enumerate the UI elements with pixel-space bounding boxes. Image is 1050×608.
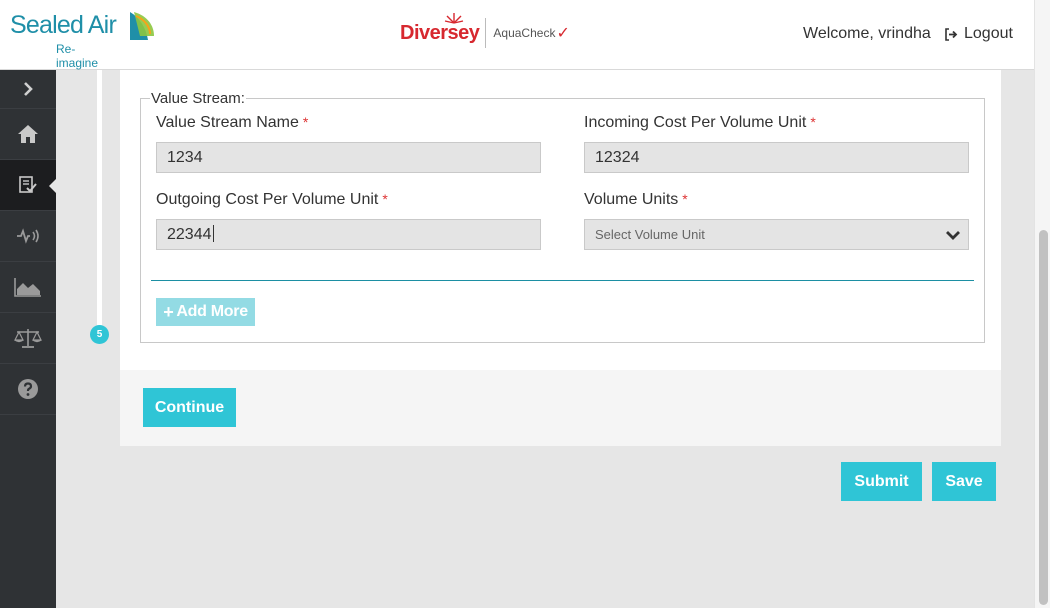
value-stream-name-label: Value Stream Name *	[156, 114, 308, 132]
sidebar-item-signal[interactable]	[0, 211, 56, 262]
volume-units-label: Volume Units *	[584, 191, 688, 209]
required-marker: *	[682, 191, 688, 207]
signal-icon	[17, 228, 39, 244]
app-header: Sealed Air Re-imagine Diversey AquaCheck…	[0, 0, 1034, 70]
required-marker: *	[382, 191, 388, 207]
logout-icon	[945, 27, 958, 41]
add-more-button[interactable]: + Add More	[156, 298, 255, 326]
fieldset-legend: Value Stream:	[150, 90, 246, 107]
form-card: Value Stream: Value Stream Name * 1234 In…	[120, 70, 1001, 446]
plus-icon: +	[163, 301, 174, 322]
incoming-cost-label: Incoming Cost Per Volume Unit *	[584, 114, 816, 132]
required-marker: *	[810, 114, 816, 130]
required-marker: *	[302, 114, 309, 130]
product-name: AquaCheck	[493, 26, 556, 40]
section-divider	[151, 280, 974, 281]
label-text: Value Stream Name	[156, 114, 299, 131]
brand-name: Sealed Air	[10, 11, 117, 39]
chevron-right-icon	[24, 82, 33, 96]
help-icon	[18, 379, 38, 399]
sidebar-item-analytics[interactable]	[0, 262, 56, 313]
sidebar-toggle[interactable]	[0, 70, 56, 109]
value-stream-name-input[interactable]: 1234	[156, 142, 541, 173]
label-text: Volume Units	[584, 191, 679, 208]
select-placeholder: Select Volume Unit	[595, 227, 705, 242]
sail-logo-icon	[130, 12, 154, 40]
outgoing-cost-label: Outgoing Cost Per Volume Unit *	[156, 191, 388, 209]
continue-button[interactable]: Continue	[143, 388, 236, 427]
partner-name: Diversey	[400, 21, 480, 44]
label-text: Incoming Cost Per Volume Unit	[584, 114, 807, 131]
scale-icon	[14, 329, 42, 348]
logout-label: Logout	[964, 25, 1013, 42]
home-icon	[18, 125, 38, 143]
incoming-cost-input[interactable]: 12324	[584, 142, 969, 173]
label-text: Outgoing Cost Per Volume Unit	[156, 191, 379, 208]
sidebar-item-help[interactable]	[0, 364, 56, 415]
sidebar-item-home[interactable]	[0, 109, 56, 160]
brand-logo[interactable]: Sealed Air Re-imagine	[10, 11, 154, 70]
area-chart-icon	[14, 278, 41, 297]
brand-tagline: Re-imagine	[56, 42, 99, 70]
sidebar-item-checklist[interactable]	[0, 160, 56, 211]
input-value: 22344	[167, 226, 212, 243]
add-more-label: Add More	[176, 303, 248, 320]
active-indicator	[49, 179, 56, 193]
sidebar-item-compare[interactable]	[0, 313, 56, 364]
checklist-icon	[19, 176, 37, 193]
save-button[interactable]: Save	[932, 462, 996, 501]
chevron-down-icon	[946, 231, 960, 240]
welcome-text: Welcome, vrindha	[803, 25, 931, 42]
logout-button[interactable]: Logout	[944, 25, 1013, 43]
text-cursor	[212, 225, 214, 242]
sidebar	[0, 70, 56, 608]
sparkle-icon	[444, 13, 464, 24]
scrollbar-thumb[interactable]	[1039, 230, 1048, 605]
step-indicator[interactable]: 5	[90, 325, 109, 344]
card-footer: Continue	[120, 370, 1001, 446]
logo-divider	[485, 18, 487, 48]
volume-units-select[interactable]: Select Volume Unit	[584, 219, 969, 250]
checkmark-icon: ✓	[556, 25, 570, 42]
submit-button[interactable]: Submit	[841, 462, 922, 501]
page-scrollbar[interactable]	[1034, 0, 1050, 608]
partner-logo: Diversey AquaCheck ✓	[400, 13, 570, 48]
outgoing-cost-input[interactable]: 22344	[156, 219, 541, 250]
step-progress-rail	[97, 70, 102, 328]
